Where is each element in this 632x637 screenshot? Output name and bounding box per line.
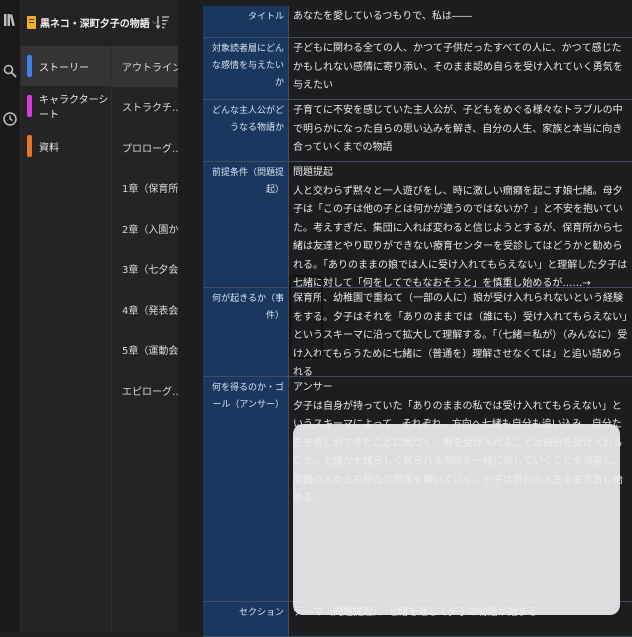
value-line: あなたを愛しているつもりで、私は―― xyxy=(293,11,472,22)
sidebar: 黒ネコ・深町夕子の物語 ⌵ ストーリー キャラクターシート 資料 アウトライン … xyxy=(21,0,179,632)
clock-icon[interactable] xyxy=(2,111,18,127)
chapter-item[interactable]: 4章（発表会… xyxy=(112,289,179,330)
icon-rail xyxy=(0,0,21,632)
value-line: 子どもに関わる全ての人、かつて子供だったすべての人に、かつて感じたかもしれない感… xyxy=(293,43,623,91)
project-header[interactable]: 黒ネコ・深町夕子の物語 ⌵ xyxy=(21,0,178,44)
category-item-materials[interactable]: 資料 xyxy=(21,126,111,166)
overlay-panel[interactable] xyxy=(293,424,620,615)
category-label: 資料 xyxy=(39,142,59,154)
row-value[interactable]: 子育てに不安を感じていた主人公が、子どもをめぐる様々なトラブルの中で明らかになっ… xyxy=(289,100,632,161)
category-list: ストーリー キャラクターシート 資料 xyxy=(21,46,111,166)
chapter-item[interactable]: プロローグ… xyxy=(112,127,179,168)
row-label: 対象読者層にどんな感情を与えたいか xyxy=(203,38,289,99)
chapter-list: アウトライン ストラクチ… プロローグ… 1章（保育所… 2章（入園か… 3章（… xyxy=(111,46,179,632)
search-icon[interactable] xyxy=(2,63,18,79)
category-color-bar xyxy=(27,95,32,117)
row-label: タイトル xyxy=(203,6,289,37)
category-color-bar xyxy=(27,135,32,157)
row-value[interactable]: 問題提起 人と交わらず黙々と一人遊びをし、時に激しい癇癪を起こす娘七緒。母夕子は… xyxy=(289,162,632,287)
chapter-item[interactable]: アウトライン xyxy=(112,46,179,87)
chapter-item[interactable]: エピローグ… xyxy=(112,370,179,411)
project-file-icon xyxy=(27,15,36,29)
selection-outline xyxy=(289,275,323,359)
row-label: 前提条件（問題提起） xyxy=(203,162,289,287)
table-row: 何が起きるか（事件） 保育所、幼稚園で重ねて（一部の人に）娘が受け入れられないと… xyxy=(203,288,632,377)
value-line: アンサー xyxy=(293,382,333,393)
chapter-item[interactable]: 1章（保育所… xyxy=(112,168,179,209)
category-label: ストーリー xyxy=(39,62,89,74)
table-row: どんな主人公がどうなる物語か 子育てに不安を感じていた主人公が、子どもをめぐる様… xyxy=(203,100,632,162)
value-line: 子育てに不安を感じていた主人公が、子どもをめぐる様々なトラブルの中で明らかになっ… xyxy=(293,105,623,153)
row-label: 何を得るのか・ゴール（アンサー） xyxy=(203,377,289,601)
chapter-item[interactable]: 2章（入園か… xyxy=(112,208,179,249)
category-label: キャラクターシート xyxy=(39,95,109,121)
chapter-item[interactable]: 3章（七夕会… xyxy=(112,249,179,290)
row-label: セクション xyxy=(203,602,289,636)
row-label: 何が起きるか（事件） xyxy=(203,288,289,376)
table-row: 対象読者層にどんな感情を与えたいか 子どもに関わる全ての人、かつて子供だったすべ… xyxy=(203,38,632,100)
table-row: タイトル あなたを愛しているつもりで、私は―― xyxy=(203,6,632,38)
category-item-character-sheet[interactable]: キャラクターシート xyxy=(21,86,111,126)
value-line: 保育所、幼稚園で重ねて（一部の人に）娘が受け入れられないという経験をする。夕子は… xyxy=(293,293,628,376)
chapter-item[interactable]: 5章（運動会… xyxy=(112,330,179,371)
table-row: 前提条件（問題提起） 問題提起 人と交わらず黙々と一人遊びをし、時に激しい癇癪を… xyxy=(203,162,632,288)
sort-icon[interactable] xyxy=(156,14,170,30)
row-label: どんな主人公がどうなる物語か xyxy=(203,100,289,161)
project-title[interactable]: 黒ネコ・深町夕子の物語 xyxy=(40,15,150,30)
chapter-item[interactable]: ストラクチ… xyxy=(112,87,179,128)
category-color-bar xyxy=(27,55,32,77)
row-value[interactable]: 保育所、幼稚園で重ねて（一部の人に）娘が受け入れられないという経験をする。夕子は… xyxy=(289,288,632,376)
category-item-story[interactable]: ストーリー xyxy=(21,46,111,86)
books-icon[interactable] xyxy=(2,12,18,28)
value-line: 人と交わらず黙々と一人遊びをし、時に激しい癇癪を起こす娘七緒。母夕子は「この子は… xyxy=(293,185,628,288)
row-value[interactable]: あなたを愛しているつもりで、私は―― xyxy=(289,6,632,37)
row-value[interactable]: 子どもに関わる全ての人、かつて子供だったすべての人に、かつて感じたかもしれない感… xyxy=(289,38,632,99)
value-line: 問題提起 xyxy=(293,167,333,178)
